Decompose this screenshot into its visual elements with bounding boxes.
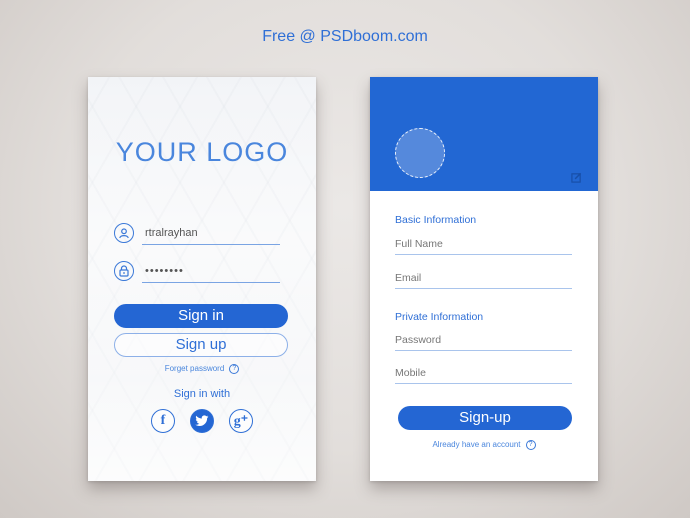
- facebook-icon: f: [160, 413, 166, 428]
- profile-header: [370, 77, 598, 191]
- google-plus-icon: g⁺: [233, 413, 249, 429]
- sign-up-submit-button[interactable]: Sign-up: [398, 406, 572, 430]
- help-icon[interactable]: ?: [525, 440, 536, 450]
- basic-info-title: Basic Information: [395, 214, 477, 226]
- sign-in-button[interactable]: Sign in: [114, 304, 288, 328]
- password-field[interactable]: ••••••••: [114, 261, 280, 285]
- email-input[interactable]: Email: [395, 271, 572, 289]
- username-field[interactable]: rtralrayhan: [114, 223, 280, 247]
- password-input[interactable]: Password: [395, 333, 572, 351]
- user-icon: [114, 223, 134, 243]
- sign-up-button[interactable]: Sign up: [114, 333, 288, 357]
- already-account-row: Already have an account?: [370, 440, 598, 450]
- lock-icon: [114, 261, 134, 281]
- logo: YOUR LOGO: [115, 137, 289, 167]
- facebook-button[interactable]: f: [151, 409, 175, 433]
- login-card: YOUR LOGO rtralrayhan •••••••• Sign in S…: [88, 77, 316, 481]
- sign-in-with-label: Sign in with: [173, 388, 231, 400]
- twitter-icon: [195, 415, 209, 427]
- signup-card: Basic Information Full Name Email Privat…: [370, 77, 598, 481]
- credit-text: Free @ PSDboom.com: [262, 28, 428, 45]
- edit-icon[interactable]: [571, 172, 582, 183]
- avatar-upload[interactable]: [395, 128, 445, 178]
- full-name-input[interactable]: Full Name: [395, 237, 572, 255]
- forgot-password-row: Forget password?: [88, 364, 316, 374]
- already-account-link[interactable]: Already have an account: [432, 440, 520, 449]
- password-input[interactable]: ••••••••: [142, 263, 280, 283]
- private-info-title: Private Information: [395, 311, 484, 323]
- mobile-input[interactable]: Mobile: [395, 366, 572, 384]
- help-icon[interactable]: ?: [229, 364, 240, 374]
- social-buttons: f g⁺: [88, 409, 316, 433]
- forgot-password-link[interactable]: Forget password: [165, 364, 225, 373]
- username-input[interactable]: rtralrayhan: [142, 225, 280, 245]
- google-plus-button[interactable]: g⁺: [229, 409, 253, 433]
- twitter-button[interactable]: [190, 409, 214, 433]
